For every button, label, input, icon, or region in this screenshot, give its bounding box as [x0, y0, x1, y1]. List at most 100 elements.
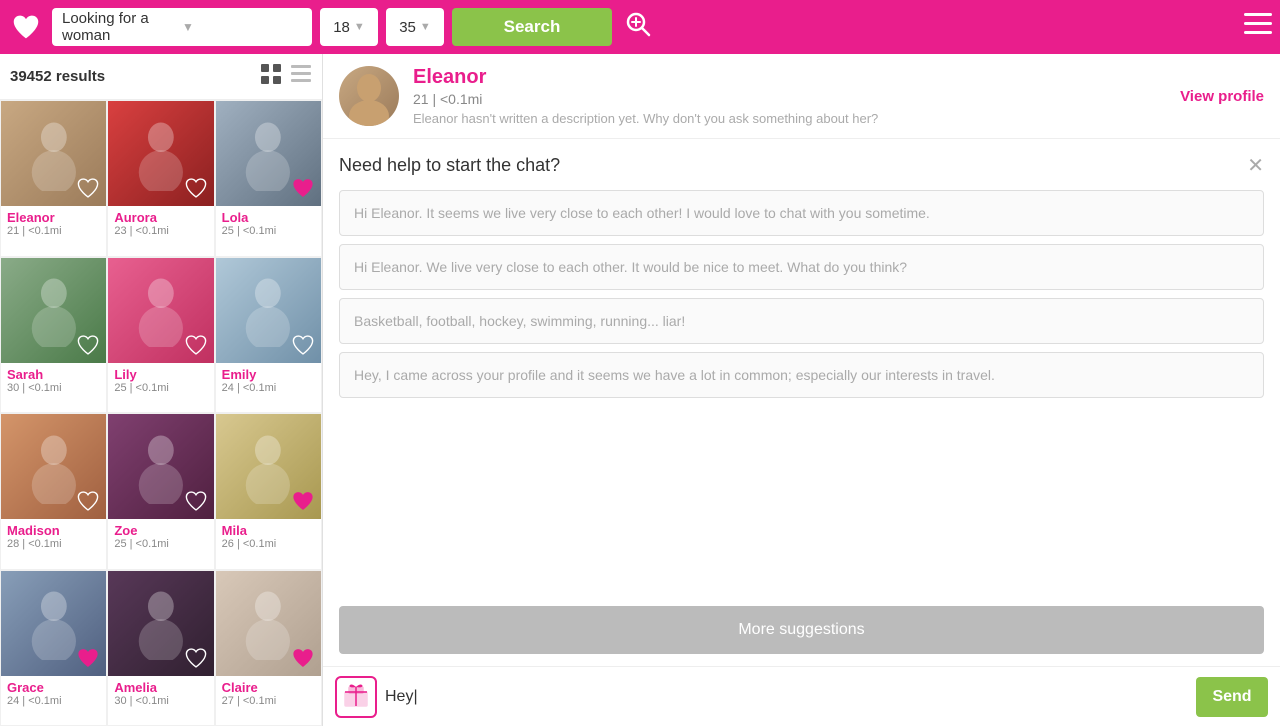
suggestions-container: Hi Eleanor. It seems we live very close …	[339, 190, 1264, 406]
active-profile-header: Eleanor 21 | <0.1mi Eleanor hasn't writt…	[323, 54, 1280, 139]
card-name: Sarah	[7, 367, 100, 382]
profile-card-eleanor[interactable]: Eleanor 21 | <0.1mi	[0, 100, 107, 257]
favorite-button[interactable]	[76, 333, 100, 357]
profile-info-card: Amelia 30 | <0.1mi	[108, 676, 213, 713]
profile-card-madison[interactable]: Madison 28 | <0.1mi	[0, 413, 107, 570]
message-input[interactable]	[385, 688, 1188, 706]
profile-card-claire[interactable]: Claire 27 | <0.1mi	[215, 570, 322, 726]
card-meta: 30 | <0.1mi	[7, 382, 100, 394]
app-logo[interactable]	[8, 9, 44, 45]
card-name: Lily	[114, 367, 207, 382]
zoom-icon[interactable]	[624, 10, 652, 44]
chevron-down-icon: ▼	[182, 20, 302, 34]
age-max-select[interactable]: 35 ▼	[386, 8, 444, 46]
chevron-down-icon: ▼	[420, 21, 431, 33]
suggestion-item-3[interactable]: Hey, I came across your profile and it s…	[339, 352, 1264, 398]
results-count: 39452 results	[10, 68, 260, 85]
card-meta: 27 | <0.1mi	[222, 695, 315, 707]
profile-photo	[216, 571, 321, 676]
card-meta: 25 | <0.1mi	[222, 225, 315, 237]
profile-info-card: Claire 27 | <0.1mi	[216, 676, 321, 713]
profile-info-card: Madison 28 | <0.1mi	[1, 519, 106, 556]
profile-card-sarah[interactable]: Sarah 30 | <0.1mi	[0, 257, 107, 414]
card-meta: 30 | <0.1mi	[114, 695, 207, 707]
profile-card-amelia[interactable]: Amelia 30 | <0.1mi	[107, 570, 214, 726]
hamburger-menu-icon[interactable]	[1244, 13, 1272, 42]
view-profile-button[interactable]: View profile	[1180, 88, 1264, 105]
close-button[interactable]: ✕	[1247, 156, 1264, 176]
chat-header-row: Need help to start the chat? ✕	[339, 155, 1264, 176]
favorite-button[interactable]	[291, 176, 315, 200]
profile-photo	[108, 258, 213, 363]
favorite-button[interactable]	[76, 176, 100, 200]
card-name: Madison	[7, 523, 100, 538]
profile-age-dist: 21 | <0.1mi	[413, 91, 1164, 107]
profiles-grid: Eleanor 21 | <0.1mi Aurora 23 | <0.1mi	[0, 100, 322, 726]
profile-photo	[1, 414, 106, 519]
card-name: Grace	[7, 680, 100, 695]
profile-info-card: Sarah 30 | <0.1mi	[1, 363, 106, 400]
profile-photo	[216, 101, 321, 206]
search-filter-dropdown[interactable]: Looking for a woman ▼	[52, 8, 312, 46]
profile-photo	[216, 258, 321, 363]
list-view-icon[interactable]	[290, 63, 312, 91]
profile-photo	[1, 258, 106, 363]
favorite-button[interactable]	[184, 333, 208, 357]
chat-help-title: Need help to start the chat?	[339, 155, 1247, 176]
grid-view-icon[interactable]	[260, 63, 282, 91]
card-name: Zoe	[114, 523, 207, 538]
card-name: Emily	[222, 367, 315, 382]
card-meta: 21 | <0.1mi	[7, 225, 100, 237]
suggestion-item-0[interactable]: Hi Eleanor. It seems we live very close …	[339, 190, 1264, 236]
age-min-value: 18	[333, 19, 350, 36]
profile-info-card: Zoe 25 | <0.1mi	[108, 519, 213, 556]
send-button[interactable]: Send	[1196, 677, 1268, 717]
favorite-button[interactable]	[291, 333, 315, 357]
gift-icon	[342, 680, 370, 714]
card-name: Eleanor	[7, 210, 100, 225]
card-meta: 25 | <0.1mi	[114, 382, 207, 394]
profile-info-card: Lily 25 | <0.1mi	[108, 363, 213, 400]
favorite-button[interactable]	[291, 489, 315, 513]
topnav: Looking for a woman ▼ 18 ▼ 35 ▼ Search	[0, 0, 1280, 54]
chat-area: Need help to start the chat? ✕ Hi Eleano…	[323, 139, 1280, 606]
profile-info-card: Grace 24 | <0.1mi	[1, 676, 106, 713]
suggestion-item-2[interactable]: Basketball, football, hockey, swimming, …	[339, 298, 1264, 344]
favorite-button[interactable]	[76, 646, 100, 670]
favorite-button[interactable]	[291, 646, 315, 670]
view-icons	[260, 63, 312, 91]
profile-info-card: Emily 24 | <0.1mi	[216, 363, 321, 400]
profile-card-grace[interactable]: Grace 24 | <0.1mi	[0, 570, 107, 726]
suggestion-item-1[interactable]: Hi Eleanor. We live very close to each o…	[339, 244, 1264, 290]
search-button[interactable]: Search	[452, 8, 612, 46]
profile-card-lily[interactable]: Lily 25 | <0.1mi	[107, 257, 214, 414]
profile-card-zoe[interactable]: Zoe 25 | <0.1mi	[107, 413, 214, 570]
favorite-button[interactable]	[184, 489, 208, 513]
profile-photo	[216, 414, 321, 519]
right-panel: Eleanor 21 | <0.1mi Eleanor hasn't writt…	[322, 54, 1280, 726]
gift-button[interactable]	[335, 676, 377, 718]
card-meta: 25 | <0.1mi	[114, 538, 207, 550]
message-bar: Send	[323, 666, 1280, 726]
profile-card-lola[interactable]: Lola 25 | <0.1mi	[215, 100, 322, 257]
age-max-value: 35	[399, 19, 416, 36]
more-suggestions-button[interactable]: More suggestions	[339, 606, 1264, 654]
profile-card-mila[interactable]: Mila 26 | <0.1mi	[215, 413, 322, 570]
profile-photo	[1, 571, 106, 676]
profile-photo	[108, 414, 213, 519]
card-meta: 28 | <0.1mi	[7, 538, 100, 550]
profile-card-emily[interactable]: Emily 24 | <0.1mi	[215, 257, 322, 414]
favorite-button[interactable]	[184, 176, 208, 200]
avatar	[339, 66, 399, 126]
card-name: Lola	[222, 210, 315, 225]
profile-info-card: Lola 25 | <0.1mi	[216, 206, 321, 243]
search-filter-label: Looking for a woman	[62, 10, 182, 44]
chevron-down-icon: ▼	[354, 21, 365, 33]
profile-photo	[108, 571, 213, 676]
age-min-select[interactable]: 18 ▼	[320, 8, 378, 46]
profile-photo	[1, 101, 106, 206]
card-meta: 26 | <0.1mi	[222, 538, 315, 550]
favorite-button[interactable]	[76, 489, 100, 513]
profile-card-aurora[interactable]: Aurora 23 | <0.1mi	[107, 100, 214, 257]
favorite-button[interactable]	[184, 646, 208, 670]
